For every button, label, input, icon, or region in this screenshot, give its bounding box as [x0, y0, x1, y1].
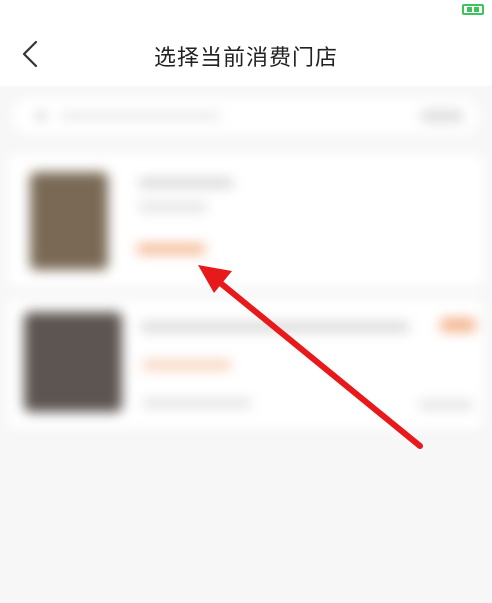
search-placeholder-blur	[60, 113, 220, 119]
store-distance-blur	[418, 400, 474, 410]
search-icon	[36, 111, 46, 121]
search-bar[interactable]	[12, 98, 480, 134]
store-tag-blur	[142, 360, 232, 370]
store-address-blur	[142, 398, 252, 408]
page-title: 选择当前消费门店	[153, 46, 338, 71]
store-badge-blur	[440, 318, 476, 332]
store-info-blur	[138, 202, 208, 212]
status-bar	[0, 0, 492, 22]
nav-bar: 选择当前消费门店	[0, 22, 492, 86]
store-tag-blur	[136, 244, 206, 254]
store-list-area	[0, 86, 492, 603]
battery-icon	[462, 4, 484, 15]
store-item[interactable]	[8, 154, 484, 286]
store-item[interactable]	[8, 300, 484, 428]
store-name-blur	[140, 322, 410, 332]
store-thumbnail	[30, 172, 108, 270]
store-name-blur	[138, 178, 234, 188]
store-thumbnail	[24, 312, 122, 412]
search-action-blur	[420, 110, 464, 122]
